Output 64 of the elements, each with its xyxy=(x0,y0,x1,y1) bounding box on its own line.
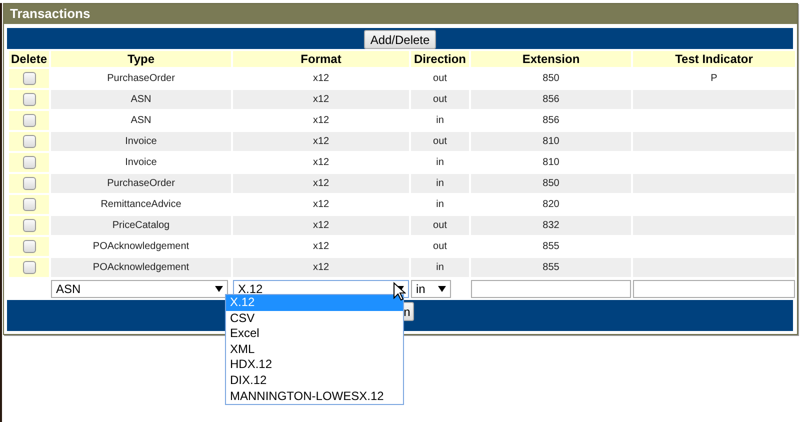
column-header: Direction xyxy=(410,50,470,68)
delete-checkbox[interactable] xyxy=(22,72,36,85)
table-cell: ASN xyxy=(130,115,152,126)
delete-checkbox[interactable] xyxy=(22,93,36,106)
delete-checkbox[interactable] xyxy=(22,177,36,190)
caret-icon xyxy=(215,286,223,292)
table-cell: PriceCatalog xyxy=(112,220,170,231)
table-cell: x12 xyxy=(312,157,330,168)
table-cell: out xyxy=(433,241,447,252)
table-cell: x12 xyxy=(312,115,330,126)
table-cell: PurchaseOrder xyxy=(107,178,175,189)
table-cell: in xyxy=(436,157,444,168)
column-header: Extension xyxy=(470,50,632,68)
table-cell: x12 xyxy=(312,241,330,252)
table-cell: out xyxy=(433,220,447,231)
table-cell: RemittanceAdvice xyxy=(100,199,182,210)
table-cell: in xyxy=(436,178,444,189)
delete-checkbox[interactable] xyxy=(22,156,36,169)
table-cell: 832 xyxy=(542,220,560,231)
table-cell: Invoice xyxy=(125,136,157,147)
caret-icon xyxy=(438,286,446,292)
table-cell: out xyxy=(433,94,447,105)
table-cell: 850 xyxy=(542,73,560,84)
column-header: Format xyxy=(232,50,410,68)
table-cell: 810 xyxy=(542,136,560,147)
table-cell: POAcknowledgement xyxy=(92,262,190,273)
extension-field[interactable] xyxy=(471,280,631,298)
direction-select[interactable]: in xyxy=(411,280,451,298)
table-cell: out xyxy=(433,136,447,147)
table-cell: x12 xyxy=(312,94,330,105)
table-cell: 855 xyxy=(542,241,560,252)
table-cell: in xyxy=(436,262,444,273)
table-cell: x12 xyxy=(312,262,330,273)
delete-checkbox[interactable] xyxy=(22,114,36,127)
table-cell: Invoice xyxy=(125,157,157,168)
table-cell: POAcknowledgement xyxy=(92,241,190,252)
type-select[interactable]: ASN xyxy=(51,280,228,298)
table-cell: x12 xyxy=(312,136,330,147)
table-cell: x12 xyxy=(312,199,330,210)
column-header: Type xyxy=(50,50,232,68)
table-cell: x12 xyxy=(312,73,330,84)
table-cell: 856 xyxy=(542,115,560,126)
test-indicator-field[interactable] xyxy=(633,280,795,298)
delete-checkbox[interactable] xyxy=(22,135,36,148)
table-cell: 810 xyxy=(542,157,560,168)
table-cell: 855 xyxy=(542,262,560,273)
table-cell: in xyxy=(436,115,444,126)
column-header: Test Indicator xyxy=(632,50,796,68)
delete-checkbox[interactable] xyxy=(22,198,36,211)
table-cell: in xyxy=(436,199,444,210)
table-cell: 850 xyxy=(542,178,560,189)
table-cell: x12 xyxy=(312,178,330,189)
delete-checkbox[interactable] xyxy=(22,240,36,253)
table-cell: 856 xyxy=(542,94,560,105)
delete-checkbox[interactable] xyxy=(22,219,36,232)
table-cell: x12 xyxy=(312,220,330,231)
delete-checkbox[interactable] xyxy=(22,261,36,274)
table-cell: PurchaseOrder xyxy=(107,73,175,84)
table-cell: P xyxy=(710,73,718,84)
table-cell: 820 xyxy=(542,199,560,210)
table-cell: out xyxy=(433,73,447,84)
table-cell: ASN xyxy=(130,94,152,105)
column-header: Delete xyxy=(8,50,50,68)
add-delete-button[interactable]: Add/Delete xyxy=(364,30,436,49)
